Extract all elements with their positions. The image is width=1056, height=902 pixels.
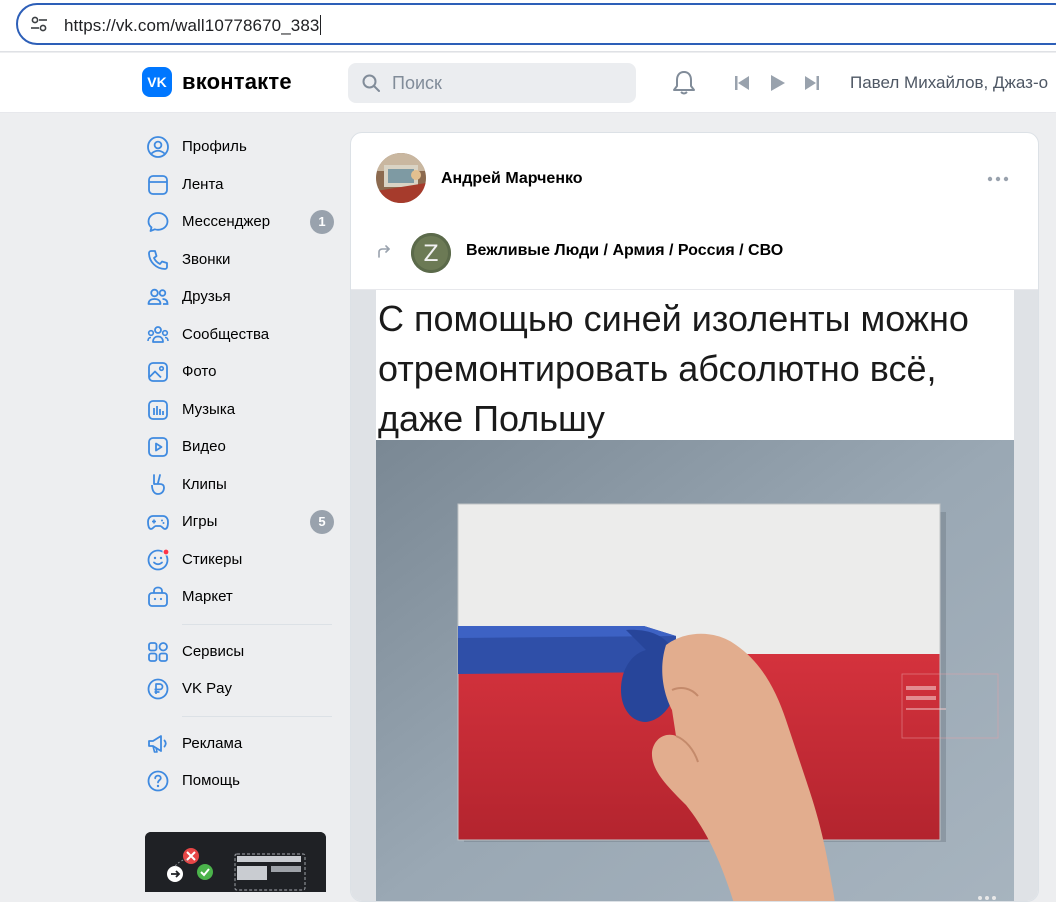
- url-text[interactable]: https://vk.com/wall10778670_383: [64, 15, 322, 36]
- services-grid-icon: [148, 641, 168, 662]
- sidebar-item-label: Профиль: [182, 138, 247, 156]
- vkpay-icon: [147, 678, 169, 700]
- sticker-icon: [147, 547, 170, 570]
- clips-icon: [151, 473, 165, 495]
- sidebar-item-games[interactable]: Игры 5: [140, 503, 340, 541]
- post-image[interactable]: С помощью синей изоленты можно отремонти…: [351, 289, 1038, 901]
- sidebar-item-label: Клипы: [182, 475, 227, 493]
- meme-caption: С помощью синей изоленты можно отремонти…: [376, 290, 1014, 440]
- sidebar-divider: [182, 715, 332, 717]
- sidebar-promo-banner[interactable]: [145, 832, 326, 892]
- search-icon: [362, 74, 380, 92]
- sidebar-item-services[interactable]: Сервисы: [140, 633, 340, 671]
- market-bag-icon: [148, 586, 168, 607]
- sidebar-item-label: Сообщества: [182, 325, 270, 343]
- sidebar-item-label: Стикеры: [182, 550, 243, 568]
- sidebar-item-market[interactable]: Маркет: [140, 578, 340, 616]
- text-caret: [320, 15, 322, 35]
- search-box[interactable]: [348, 63, 636, 103]
- sidebar-item-label: VK Pay: [182, 680, 233, 698]
- author-photo: [376, 153, 426, 203]
- site-header: VK вконтакте Павел Михайлов, Джаз-о: [0, 53, 1056, 113]
- sidebar-item-label: Музыка: [182, 400, 236, 418]
- previous-track-icon[interactable]: [734, 75, 750, 91]
- games-count-badge: 5: [310, 509, 334, 534]
- sidebar-item-label: Сервисы: [182, 642, 245, 660]
- sidebar-item-clips[interactable]: Клипы: [140, 466, 340, 504]
- site-settings-icon[interactable]: [30, 16, 48, 32]
- help-icon: [147, 770, 169, 792]
- more-options-icon[interactable]: [987, 176, 1009, 182]
- sidebar-item-label: Мессенджер: [182, 213, 271, 231]
- sidebar-item-messenger[interactable]: Мессенджер 1: [140, 203, 340, 241]
- sidebar-item-ads[interactable]: Реклама: [140, 725, 340, 763]
- sidebar-item-label: Реклама: [182, 734, 243, 752]
- music-icon: [148, 399, 168, 420]
- source-group-avatar[interactable]: Z: [411, 233, 451, 273]
- group-avatar-image: Z: [411, 233, 451, 273]
- newsfeed-icon: [148, 174, 168, 195]
- photo-icon: [148, 362, 168, 382]
- group-avatar-letter: Z: [423, 242, 438, 267]
- sidebar-item-profile[interactable]: Профиль: [140, 128, 340, 166]
- sidebar-item-label: Звонки: [182, 250, 231, 268]
- sidebar-item-feed[interactable]: Лента: [140, 166, 340, 204]
- wall-post: Андрей Марченко Z Вежливые Люди / Армия …: [350, 132, 1039, 902]
- sidebar-item-help[interactable]: Помощь: [140, 762, 340, 800]
- message-icon: [147, 212, 169, 232]
- brand-name[interactable]: вконтакте: [182, 69, 292, 95]
- now-playing-track[interactable]: Павел Михайлов, Джаз-о: [850, 73, 1048, 93]
- sidebar-item-label: Лента: [182, 175, 224, 193]
- sidebar-item-photos[interactable]: Фото: [140, 353, 340, 391]
- sidebar-divider: [182, 623, 332, 625]
- communities-icon: [147, 325, 169, 343]
- video-icon: [148, 437, 168, 457]
- sidebar-item-label: Фото: [182, 363, 217, 381]
- sidebar-item-video[interactable]: Видео: [140, 428, 340, 466]
- sidebar-item-label: Маркет: [182, 588, 233, 606]
- sidebar-item-vkpay[interactable]: VK Pay: [140, 670, 340, 708]
- gamepad-icon: [147, 515, 169, 530]
- repost-arrow-icon: [378, 245, 390, 258]
- left-sidebar-menu: Профиль Лента Мессенджер 1 Звонки Друзья…: [140, 128, 340, 800]
- sidebar-item-friends[interactable]: Друзья: [140, 278, 340, 316]
- sidebar-item-label: Игры: [182, 513, 218, 531]
- author-avatar[interactable]: [376, 153, 426, 203]
- post-author-name[interactable]: Андрей Марченко: [441, 170, 583, 188]
- phone-icon: [148, 249, 168, 270]
- sidebar-item-label: Видео: [182, 438, 226, 456]
- sidebar-item-label: Друзья: [182, 288, 231, 306]
- user-circle-icon: [147, 136, 169, 158]
- play-icon[interactable]: [770, 74, 786, 92]
- sidebar-item-communities[interactable]: Сообщества: [140, 316, 340, 354]
- friends-icon: [147, 288, 169, 305]
- sidebar-item-stickers[interactable]: Стикеры: [140, 541, 340, 579]
- sidebar-item-label: Помощь: [182, 772, 240, 790]
- address-bar[interactable]: https://vk.com/wall10778670_383: [16, 3, 1056, 45]
- browser-toolbar: https://vk.com/wall10778670_383: [0, 0, 1056, 52]
- promo-illustration: [145, 832, 326, 892]
- megaphone-icon: [148, 734, 167, 753]
- next-track-icon[interactable]: [804, 75, 820, 91]
- sidebar-item-calls[interactable]: Звонки: [140, 241, 340, 279]
- meme-photo: [376, 440, 1014, 901]
- source-group-name[interactable]: Вежливые Люди / Армия / Россия / СВО: [466, 242, 783, 260]
- vk-logo-icon[interactable]: VK: [142, 67, 172, 97]
- search-input[interactable]: [392, 63, 622, 103]
- notifications-bell-icon[interactable]: [672, 70, 696, 96]
- unread-count-badge: 1: [310, 209, 334, 234]
- flag-tape-illustration: [376, 440, 1014, 901]
- sidebar-item-music[interactable]: Музыка: [140, 391, 340, 429]
